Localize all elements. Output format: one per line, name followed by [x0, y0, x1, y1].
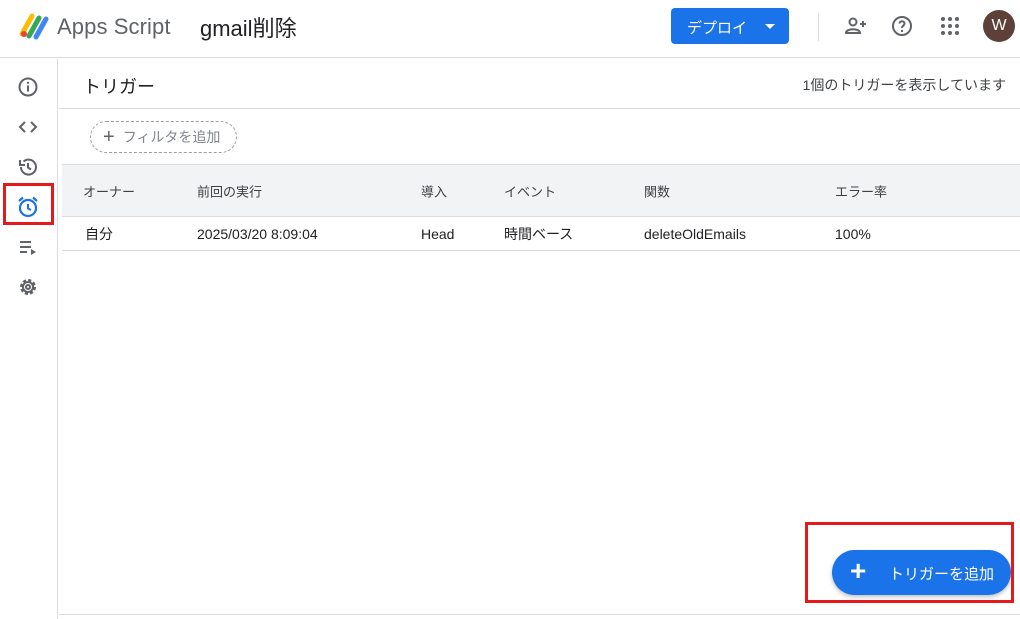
history-icon[interactable] — [15, 154, 41, 180]
info-icon[interactable] — [15, 74, 41, 100]
column-header-deployment[interactable]: 導入 — [421, 181, 447, 200]
page-title: トリガー — [83, 77, 155, 97]
code-icon[interactable] — [15, 114, 41, 140]
trigger-count-text: 1個のトリガーを表示しています — [802, 77, 1006, 93]
triggers-highlight-box — [3, 183, 54, 225]
gear-icon[interactable] — [15, 274, 41, 300]
chevron-down-icon — [765, 24, 775, 29]
column-header-function[interactable]: 関数 — [644, 181, 670, 200]
triggers-table: オーナー 前回の実行 導入 イベント 関数 エラー率 自分 2025/03/20… — [62, 164, 1020, 251]
add-filter-label: フィルタを追加 — [122, 129, 221, 145]
column-header-event[interactable]: イベント — [504, 181, 556, 200]
event-cell: 時間ベース — [504, 225, 574, 242]
add-filter-button[interactable]: + フィルタを追加 — [90, 121, 238, 153]
top-app-bar: Apps Script gmail削除 デプロイ W — [0, 0, 1020, 58]
table-row[interactable]: 自分 2025/03/20 8:09:04 Head 時間ベース deleteO… — [62, 217, 1020, 251]
column-header-owner[interactable]: オーナー — [83, 181, 135, 200]
column-header-last-run[interactable]: 前回の実行 — [197, 181, 262, 200]
title-divider — [59, 108, 1020, 109]
last-run-cell: 2025/03/20 8:09:04 — [197, 225, 318, 242]
avatar[interactable]: W — [983, 10, 1015, 42]
plus-icon: + — [103, 126, 115, 148]
apps-script-logo — [19, 13, 49, 40]
column-header-error-rate[interactable]: エラー率 — [835, 181, 887, 200]
deployment-cell: Head — [421, 225, 455, 242]
playlist-icon[interactable] — [15, 234, 41, 260]
apps-grid-icon[interactable] — [937, 13, 963, 39]
owner-cell: 自分 — [85, 225, 113, 242]
help-icon[interactable] — [889, 13, 915, 39]
add-person-icon[interactable] — [843, 13, 869, 39]
project-name[interactable]: gmail削除 — [200, 11, 297, 43]
bottom-divider — [59, 614, 1020, 615]
function-cell: deleteOldEmails — [644, 225, 746, 242]
header-divider — [818, 13, 819, 41]
app-name: Apps Script — [57, 14, 171, 39]
error-rate-cell: 100% — [835, 225, 871, 242]
deploy-button[interactable]: デプロイ — [671, 8, 789, 44]
left-nav-rail — [0, 59, 58, 619]
deploy-button-label: デプロイ — [687, 20, 748, 37]
add-trigger-highlight-box — [805, 522, 1014, 603]
table-header: オーナー 前回の実行 導入 イベント 関数 エラー率 — [62, 164, 1020, 217]
